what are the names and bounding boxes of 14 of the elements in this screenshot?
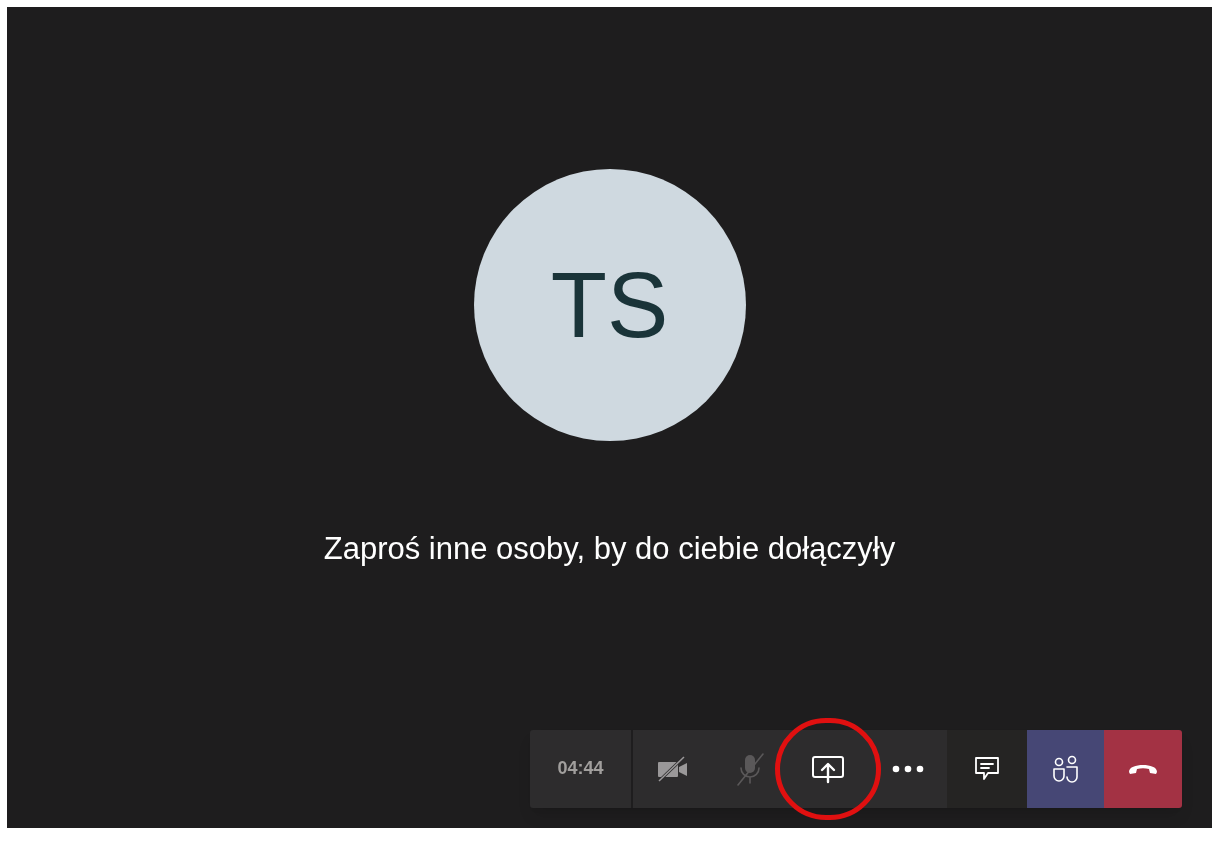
call-timer: 04:44 — [530, 729, 633, 808]
chat-icon — [974, 754, 1000, 783]
camera-off-icon — [656, 755, 690, 782]
share-screen-icon — [811, 753, 845, 784]
mic-off-icon — [735, 751, 765, 786]
invite-message: Zaproś inne osoby, by do ciebie dołączyły — [323, 530, 896, 568]
people-icon — [1051, 754, 1080, 783]
camera-button[interactable] — [633, 729, 713, 808]
chat-button[interactable] — [947, 729, 1027, 808]
more-icon — [892, 764, 924, 773]
avatar: TS — [473, 169, 746, 441]
share-button[interactable] — [787, 729, 869, 808]
hangup-button[interactable] — [1104, 729, 1182, 808]
people-button[interactable] — [1027, 729, 1104, 808]
